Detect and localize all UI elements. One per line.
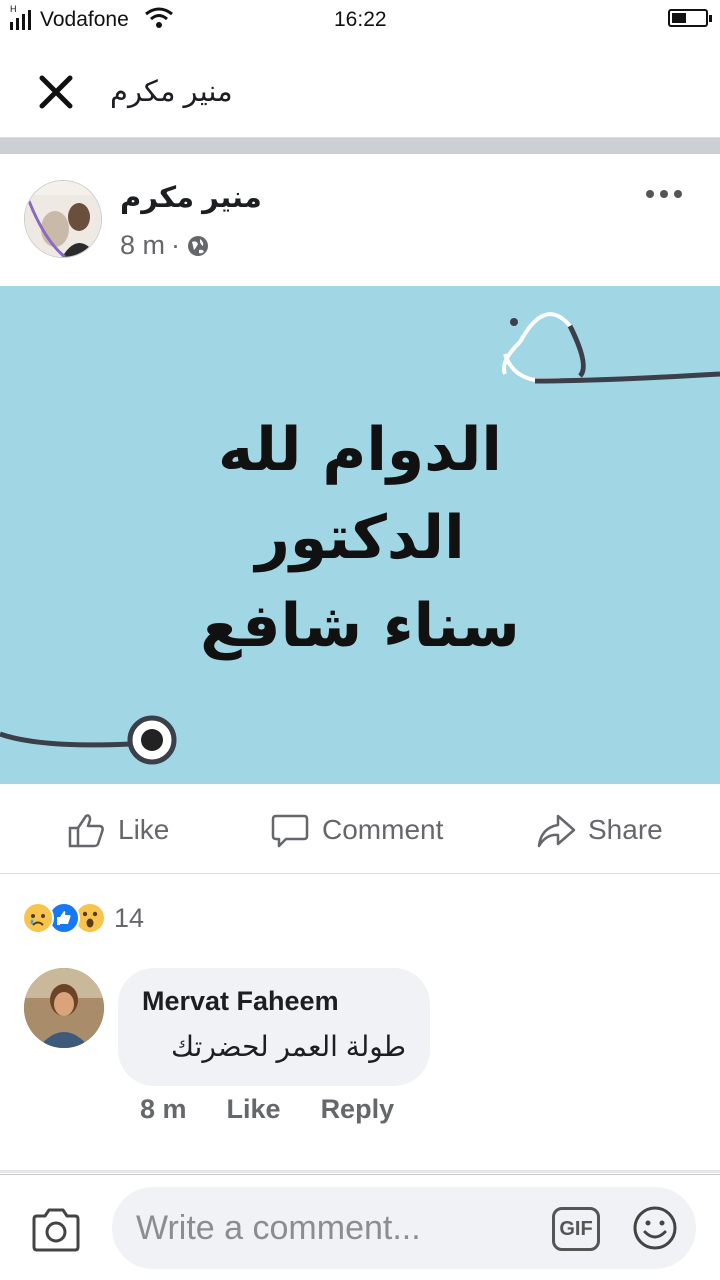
comment-like-button[interactable]: Like bbox=[227, 1094, 281, 1125]
post-header: منير مكرم 8 m · bbox=[0, 154, 720, 286]
commenter-avatar[interactable] bbox=[24, 968, 104, 1048]
commenter-name[interactable]: Mervat Faheem bbox=[142, 986, 339, 1017]
network-type: H bbox=[10, 4, 17, 14]
post-image-text: الدوام لله الدكتور سناء شافع bbox=[0, 406, 720, 670]
globe-icon bbox=[188, 235, 209, 256]
share-icon bbox=[537, 814, 576, 848]
top-bar: منير مكرم bbox=[0, 40, 720, 138]
clock: 16:22 bbox=[334, 8, 387, 31]
comment-label: Comment bbox=[322, 814, 444, 845]
comment-icon bbox=[271, 814, 309, 848]
reactions-summary[interactable]: 14 bbox=[22, 900, 144, 936]
post-time[interactable]: 8 m bbox=[120, 230, 165, 261]
comment-reply-button[interactable]: Reply bbox=[321, 1094, 395, 1125]
comment-button[interactable]: Comment bbox=[270, 810, 443, 850]
comment-input[interactable] bbox=[112, 1187, 696, 1269]
divider bbox=[0, 138, 720, 154]
meta-dot: · bbox=[171, 230, 181, 260]
carrier-name: Vodafone bbox=[40, 8, 129, 31]
like-button[interactable]: Like bbox=[66, 810, 169, 850]
signal-icon: H bbox=[10, 4, 31, 30]
share-label: Share bbox=[588, 814, 663, 845]
thumbs-up-icon bbox=[68, 814, 104, 848]
post-image[interactable]: الدوام لله الدكتور سناء شافع bbox=[0, 286, 720, 784]
status-bar: H Vodafone 16:22 bbox=[0, 0, 720, 40]
wifi-icon bbox=[145, 7, 173, 28]
divider bbox=[0, 1170, 720, 1173]
comment-meta: 8 m Like Reply bbox=[140, 1094, 394, 1125]
page-title: منير مكرم bbox=[110, 76, 233, 108]
comment-time[interactable]: 8 m bbox=[140, 1094, 187, 1125]
comment-composer: GIF bbox=[0, 1174, 720, 1280]
author-name[interactable]: منير مكرم bbox=[120, 180, 262, 215]
author-avatar[interactable] bbox=[24, 180, 102, 258]
post-actions: Like Comment Share bbox=[0, 784, 720, 874]
more-options-icon[interactable] bbox=[646, 184, 686, 204]
comment-text: طولة العمر لحضرتك bbox=[170, 1031, 406, 1062]
post-meta: 8 m · bbox=[120, 230, 210, 261]
comment-bubble[interactable]: Mervat Faheem طولة العمر لحضرتك bbox=[118, 968, 430, 1086]
emoji-icon[interactable] bbox=[632, 1205, 678, 1251]
image-text-line: الدوام لله bbox=[218, 415, 502, 485]
gif-button[interactable]: GIF bbox=[552, 1207, 600, 1251]
camera-icon[interactable] bbox=[30, 1207, 82, 1253]
close-icon[interactable] bbox=[34, 70, 78, 114]
share-button[interactable]: Share bbox=[536, 810, 663, 850]
like-label: Like bbox=[118, 814, 170, 845]
image-text-line: سناء شافع bbox=[200, 591, 520, 661]
reaction-count: 14 bbox=[114, 902, 145, 933]
image-text-line: الدكتور bbox=[255, 503, 465, 573]
sad-reaction-icon bbox=[22, 902, 54, 934]
battery-icon bbox=[668, 9, 712, 27]
